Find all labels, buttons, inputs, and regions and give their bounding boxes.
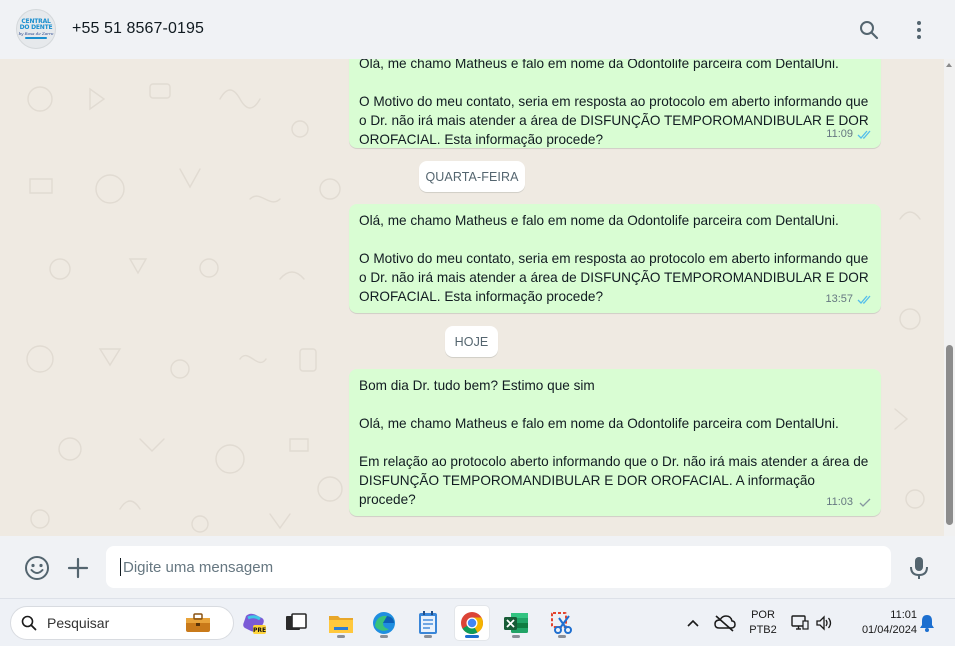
avatar-swoosh <box>25 37 47 39</box>
taskbar-task-view[interactable] <box>279 606 313 640</box>
active-indicator <box>465 635 479 638</box>
network-status[interactable] <box>789 606 811 640</box>
notifications-button[interactable] <box>917 606 937 640</box>
contact-avatar[interactable]: CENTRAL DO DENTE by Rosa de Zarro <box>16 9 56 49</box>
running-indicator <box>558 635 566 638</box>
copilot-pre-icon: PRE <box>243 613 266 634</box>
message-text: Em relação ao protocolo aberto informand… <box>359 454 869 507</box>
message-input-placeholder: Digite uma mensagem <box>123 558 274 576</box>
input-language[interactable]: POR PTB2 <box>745 608 781 638</box>
taskbar-search-label: Pesquisar <box>47 615 110 631</box>
message-text: O Motivo do meu contato, seria em respos… <box>359 94 869 147</box>
message-meta: 11:09 <box>826 125 873 144</box>
message-text-blank <box>359 73 871 92</box>
taskbar-copilot[interactable]: PRE <box>237 606 271 640</box>
snipping-tool-icon <box>551 612 572 634</box>
taskbar-snipping-tool[interactable] <box>545 606 579 640</box>
message-time: 11:09 <box>826 128 853 140</box>
microphone-icon[interactable] <box>908 555 930 581</box>
double-check-read-icon <box>857 295 871 304</box>
scrollbar-thumb[interactable] <box>946 345 953 525</box>
message-input[interactable]: Digite uma mensagem <box>106 546 891 588</box>
message-bubble-outgoing[interactable]: Olá, me chamo Matheus e falo em nome da … <box>349 204 881 313</box>
message-text: O Motivo do meu contato, seria em respos… <box>359 251 869 304</box>
contact-name[interactable]: +55 51 8567-0195 <box>72 20 204 38</box>
message-bubble-outgoing[interactable]: Bom dia Dr. tudo bem? Estimo que sim Olá… <box>349 369 881 516</box>
task-view-icon <box>286 613 307 630</box>
chat-header: CENTRAL DO DENTE by Rosa de Zarro +55 51… <box>0 0 955 59</box>
text-caret <box>120 558 121 576</box>
message-text-blank <box>359 433 871 452</box>
onedrive-status[interactable] <box>712 606 738 640</box>
chrome-icon <box>461 612 483 634</box>
language-code: POR <box>751 609 775 621</box>
keyboard-layout: PTB2 <box>749 624 777 636</box>
folder-icon <box>329 616 353 633</box>
running-indicator <box>380 635 388 638</box>
message-text: Olá, me chamo Matheus e falo em nome da … <box>359 213 839 228</box>
message-time: 13:57 <box>825 293 853 305</box>
day-separator: QUARTA-FEIRA <box>419 161 525 192</box>
chevron-up-icon <box>687 619 699 627</box>
message-text: Bom dia Dr. tudo bem? Estimo que sim <box>359 378 595 393</box>
message-bubble-outgoing[interactable]: Olá, me chamo Matheus e falo em nome da … <box>349 59 881 148</box>
clock-date: 01/04/2024 <box>861 624 917 636</box>
message-list[interactable]: Olá, me chamo Matheus e falo em nome da … <box>0 59 955 536</box>
clock[interactable]: 11:01 01/04/2024 <box>845 608 917 638</box>
taskbar-chrome[interactable] <box>455 606 489 640</box>
taskbar-edge[interactable] <box>367 606 401 640</box>
message-text-blank <box>359 395 871 414</box>
excel-icon <box>504 613 528 633</box>
briefcase-icon <box>186 613 210 632</box>
bell-icon <box>920 615 934 632</box>
running-indicator <box>337 635 345 638</box>
search-icon[interactable] <box>857 18 881 42</box>
running-indicator <box>512 635 520 638</box>
single-check-sent-icon <box>859 498 871 507</box>
notepad-icon <box>419 611 437 634</box>
emoji-icon[interactable] <box>24 555 50 581</box>
avatar-line3: by Rosa de Zarro <box>18 31 54 36</box>
taskbar-excel[interactable] <box>499 606 533 640</box>
taskbar-notepad[interactable] <box>411 606 445 640</box>
day-separator: HOJE <box>445 326 498 357</box>
message-meta: 11:03 <box>826 493 873 512</box>
message-text-blank <box>359 230 871 249</box>
show-hidden-icons-chevron[interactable] <box>683 606 703 640</box>
windows-taskbar: Pesquisar PRE POR PTB2 11:01 01/04/2024 <box>0 598 955 646</box>
scroll-up-arrow-icon[interactable] <box>946 63 952 67</box>
taskbar-search-box[interactable]: Pesquisar <box>10 606 234 640</box>
svg-text:PRE: PRE <box>253 627 266 634</box>
search-icon <box>21 615 37 631</box>
clock-time: 11:01 <box>890 609 917 621</box>
cloud-offline-icon <box>714 615 736 632</box>
plus-icon[interactable] <box>67 557 89 579</box>
message-time: 11:03 <box>826 496 853 508</box>
message-meta: 13:57 <box>825 290 873 309</box>
message-composer: Digite uma mensagem <box>0 536 955 598</box>
double-check-read-icon <box>857 130 871 139</box>
taskbar-file-explorer[interactable] <box>324 606 358 640</box>
message-text-clipped-line: Olá, me chamo Matheus e falo em nome da … <box>359 59 839 71</box>
running-indicator <box>424 635 432 638</box>
speaker-icon <box>816 615 832 631</box>
edge-icon <box>373 612 395 634</box>
ethernet-icon <box>791 615 809 630</box>
volume-control[interactable] <box>813 606 835 640</box>
kebab-menu-icon[interactable] <box>907 18 931 42</box>
message-text: Olá, me chamo Matheus e falo em nome da … <box>359 416 839 431</box>
